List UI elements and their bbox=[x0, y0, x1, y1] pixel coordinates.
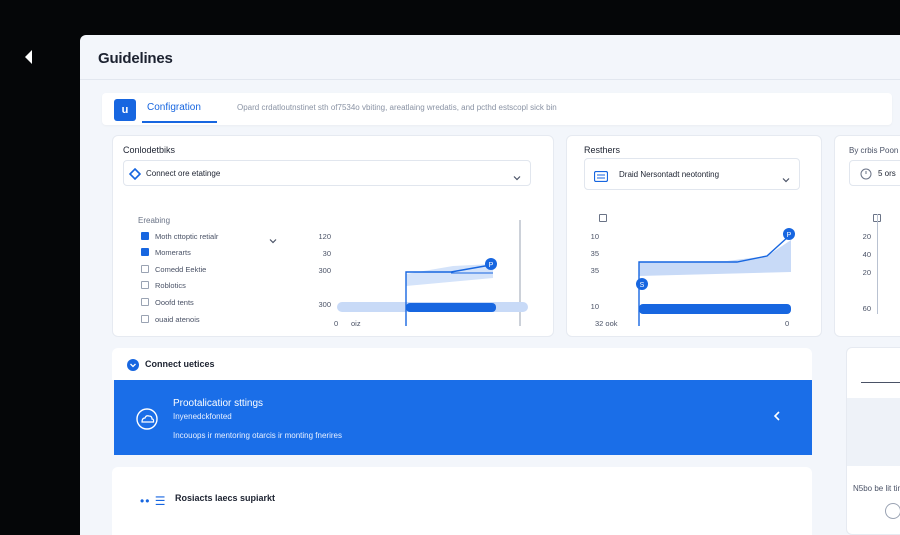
connect-dropdown[interactable]: Connect ore etatinge bbox=[123, 160, 531, 186]
results-chart: P S bbox=[636, 228, 795, 326]
option-checkbox[interactable]: ouaid atenois bbox=[141, 315, 200, 324]
chevron-down-icon[interactable] bbox=[269, 232, 277, 244]
y-tick: 30 bbox=[322, 249, 331, 258]
y-tick: 20 bbox=[862, 268, 871, 277]
section-header: Connect uetices bbox=[112, 348, 812, 380]
option-label: Roblotics bbox=[155, 281, 186, 290]
overview-card: By crbis Poon 5 ors 20 40 20 60 bbox=[834, 135, 900, 337]
option-checkbox[interactable]: Momerarts bbox=[141, 248, 191, 257]
checkbox-icon bbox=[141, 232, 149, 240]
projects-title: Rosiacts laecs supiarkt bbox=[175, 493, 276, 503]
y-tick: 35 bbox=[590, 266, 599, 275]
results-card: Resthers Draid Nersontadt neotonting 10 … bbox=[566, 135, 822, 337]
option-label: Comedd Eektie bbox=[155, 265, 207, 274]
option-checkbox[interactable]: Roblotics bbox=[141, 281, 186, 290]
chevron-left-icon[interactable] bbox=[772, 409, 782, 421]
checkbox-icon bbox=[141, 281, 149, 289]
page-title: Guidelines bbox=[98, 50, 173, 67]
card-heading: Conlodetbiks bbox=[123, 145, 176, 155]
y-tick: 300 bbox=[318, 300, 331, 309]
option-checkbox[interactable]: Comedd Eektie bbox=[141, 265, 206, 274]
chart-bar bbox=[639, 304, 791, 314]
y-tick: 40 bbox=[862, 250, 871, 259]
side-panel-footer: N5bo be lit tin bbox=[853, 484, 900, 493]
y-tick: 60 bbox=[862, 304, 871, 313]
tab-configuration[interactable]: Configration bbox=[147, 102, 201, 113]
option-label: Moth cttoptic retialr bbox=[155, 232, 219, 241]
y-tick: 120 bbox=[318, 232, 331, 241]
chevron-down-icon bbox=[513, 169, 521, 181]
card-heading: Resthers bbox=[584, 145, 621, 155]
keyboard-icon bbox=[593, 169, 609, 183]
dropdown-value: Draid Nersontadt neotonting bbox=[619, 170, 720, 179]
section-title: Connect uetices bbox=[145, 359, 215, 369]
radio-icon[interactable] bbox=[885, 503, 900, 519]
chart-bar bbox=[406, 303, 496, 312]
configuration-badge-icon: u bbox=[114, 99, 136, 121]
checkbox-icon bbox=[141, 248, 149, 256]
side-panel-block bbox=[847, 398, 900, 466]
configuration-description: Opard crdatloutnstinet sth of7534o vbiti… bbox=[237, 103, 557, 112]
header-divider bbox=[80, 79, 900, 80]
option-label: ouaid atenois bbox=[155, 315, 200, 324]
y-tick: 10 bbox=[590, 232, 599, 241]
dots-icon[interactable]: •• ☰ bbox=[140, 494, 167, 508]
card-heading: By crbis Poon bbox=[849, 146, 899, 155]
projects-card: •• ☰ Rosiacts laecs supiarkt bbox=[112, 467, 812, 535]
checkbox-icon bbox=[141, 315, 149, 323]
options-heading: Ereabing bbox=[138, 216, 171, 225]
app-window: Guidelines u Configration Opard crdatlou… bbox=[80, 35, 900, 535]
y-tick: 300 bbox=[318, 266, 331, 275]
option-label: Momerarts bbox=[155, 248, 191, 257]
chevron-circle-icon[interactable] bbox=[127, 358, 139, 371]
overview-dropdown[interactable]: 5 ors bbox=[849, 160, 900, 186]
clock-icon bbox=[860, 167, 872, 180]
option-checkbox[interactable]: Ooofd tents bbox=[141, 298, 194, 307]
option-checkbox[interactable]: Moth cttoptic retialr bbox=[141, 232, 218, 241]
chart-area bbox=[639, 240, 791, 276]
banner-subtitle: Inyenedckfonted bbox=[173, 412, 232, 421]
configuration-bar: u Configration Opard crdatloutnstinet st… bbox=[102, 93, 892, 125]
y-tick: 20 bbox=[862, 232, 871, 241]
side-panel: N5bo be lit tin bbox=[846, 347, 900, 535]
protection-settings-banner[interactable]: Prootalicatior sttings Inyenedckfonted I… bbox=[114, 380, 812, 455]
checkbox-icon bbox=[141, 265, 149, 273]
cloud-icon bbox=[136, 408, 158, 430]
active-tab-underline bbox=[142, 121, 217, 123]
chevron-down-icon bbox=[782, 171, 790, 183]
settings-card: Conlodetbiks Connect ore etatinge Ereabi… bbox=[112, 135, 554, 337]
results-dropdown[interactable]: Draid Nersontadt neotonting bbox=[584, 158, 800, 190]
svg-text:P: P bbox=[787, 232, 792, 239]
svg-text:P: P bbox=[489, 262, 494, 269]
chart-axis-line bbox=[877, 214, 878, 314]
back-arrow-icon[interactable] bbox=[22, 48, 36, 66]
banner-title: Prootalicatior sttings bbox=[173, 398, 264, 409]
banner-footer: Incouops ir mentoring otarcis ir monting… bbox=[173, 431, 342, 440]
y-tick: 10 bbox=[590, 302, 599, 311]
settings-chart: P bbox=[337, 220, 528, 326]
diamond-icon bbox=[128, 167, 142, 181]
dropdown-value: 5 ors bbox=[878, 169, 896, 178]
dropdown-value: Connect ore etatinge bbox=[146, 169, 221, 178]
checkbox-icon bbox=[141, 298, 149, 306]
option-label: Ooofd tents bbox=[155, 298, 194, 307]
svg-text:S: S bbox=[640, 282, 645, 289]
side-panel-divider bbox=[861, 382, 900, 383]
y-tick: 35 bbox=[590, 249, 599, 258]
